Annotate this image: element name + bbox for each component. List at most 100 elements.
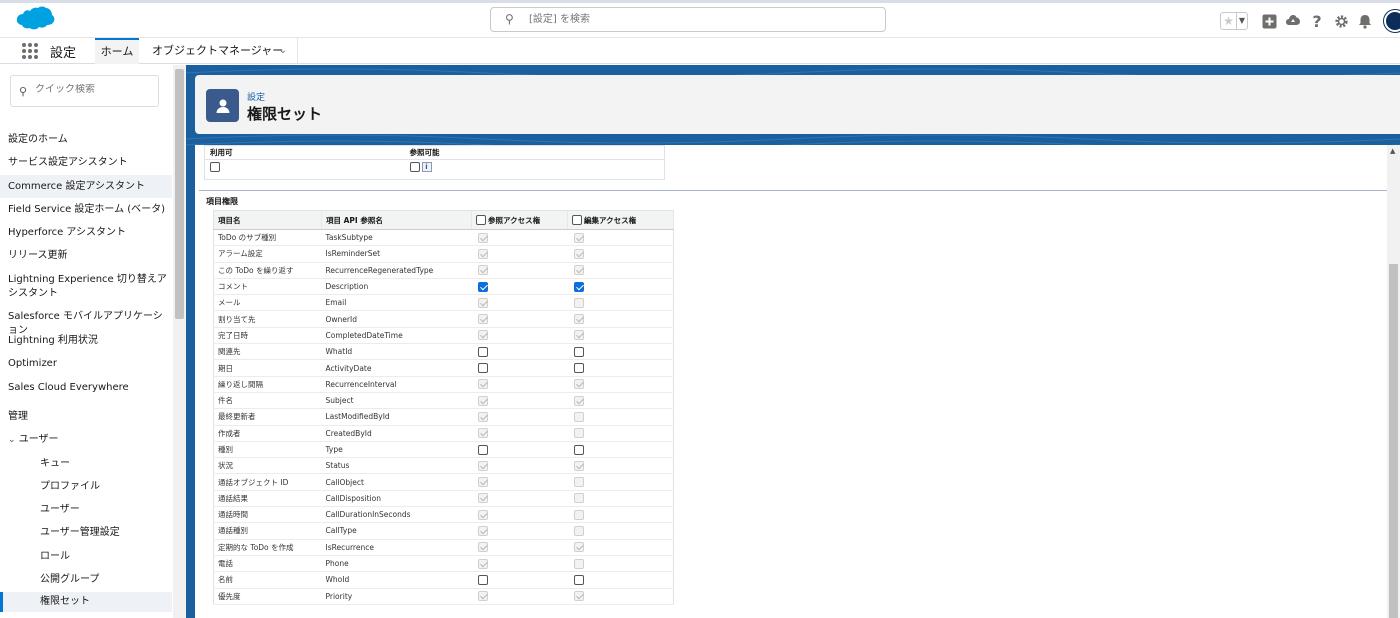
sidebar-item-commerce-setup[interactable]: Commerce 設定アシスタント: [0, 175, 172, 198]
sidebar-scrollbar-thumb[interactable]: [175, 69, 184, 319]
info-icon[interactable]: i: [421, 162, 432, 172]
field-api-name: ActivityDate: [321, 359, 472, 377]
selected-indicator: [0, 592, 3, 612]
quick-search[interactable]: ⚲: [10, 75, 159, 107]
sidebar-item-user-management-settings[interactable]: ユーザー管理設定: [0, 526, 172, 540]
read-access-checkbox: [477, 558, 488, 569]
quick-search-input[interactable]: [35, 84, 155, 95]
read-access-cell: [471, 588, 568, 605]
edit-access-checkbox: [573, 232, 584, 243]
edit-access-checkbox[interactable]: [573, 281, 584, 292]
edit-access-checkbox: [573, 428, 584, 439]
read-access-cell: [471, 310, 568, 328]
edit-access-checkbox[interactable]: [573, 346, 584, 357]
app-launcher-icon[interactable]: [22, 43, 38, 59]
read-access-checkbox[interactable]: [477, 574, 488, 585]
sidebar-item-permission-sets[interactable]: 権限セット: [0, 592, 172, 612]
header-actions: ★ ▼ ?: [1220, 7, 1400, 35]
search-icon: ⚲: [19, 85, 28, 98]
sidebar-group-users[interactable]: ⌄ ユーザー: [0, 433, 172, 447]
field-permissions-heading: 項目権限: [206, 197, 238, 206]
read-access-checkbox[interactable]: [477, 444, 488, 455]
sidebar-item-field-service[interactable]: Field Service 設定ホーム (ベータ): [0, 203, 172, 217]
edit-access-select-all-checkbox[interactable]: [572, 214, 582, 225]
chevron-down-icon[interactable]: ▼: [1235, 13, 1247, 29]
sidebar-item-lightning-transition[interactable]: Lightning Experience 切り替えアシスタント: [0, 273, 172, 301]
read-access-checkbox: [477, 428, 488, 439]
tab-home[interactable]: ホーム: [95, 38, 139, 64]
visible-checkbox[interactable]: [409, 162, 420, 172]
available-checkbox[interactable]: [210, 162, 220, 172]
edit-access-checkbox: [573, 477, 584, 488]
read-access-select-all-checkbox[interactable]: [476, 214, 486, 225]
scroll-up-arrow-icon[interactable]: ▲: [1390, 147, 1395, 155]
sidebar-scrollbar[interactable]: [173, 65, 186, 618]
bell-icon[interactable]: [1356, 12, 1374, 30]
field-name: 期日: [213, 359, 322, 377]
sidebar-item-public-groups[interactable]: 公開グループ: [0, 573, 172, 587]
field-name: 完了日時: [213, 327, 322, 345]
sidebar-item-queues[interactable]: キュー: [0, 457, 172, 471]
chevron-down-icon[interactable]: ⌄: [8, 435, 16, 445]
star-icon[interactable]: ★: [1221, 13, 1236, 29]
read-access-cell: [471, 473, 568, 491]
sidebar-item-setup-home[interactable]: 設定のホーム: [0, 133, 172, 147]
field-name: 通話結果: [213, 490, 322, 508]
edit-access-checkbox: [573, 265, 584, 276]
edit-access-checkbox[interactable]: [573, 574, 584, 585]
read-access-cell: [471, 571, 568, 589]
read-access-cell: [471, 457, 568, 475]
field-name: 繰り返し間隔: [213, 376, 322, 393]
read-access-checkbox: [477, 460, 488, 471]
read-access-checkbox[interactable]: [477, 363, 488, 374]
edit-access-checkbox[interactable]: [573, 444, 584, 455]
content-scrollbar-thumb[interactable]: [1389, 264, 1398, 618]
read-access-cell: [471, 262, 568, 279]
breadcrumb[interactable]: 設定: [247, 90, 265, 103]
edit-access-checkbox: [573, 460, 584, 471]
sidebar-item-release-updates[interactable]: リリース更新: [0, 249, 172, 263]
favorites-control[interactable]: ★ ▼: [1220, 12, 1248, 30]
sidebar-item-sales-cloud-everywhere[interactable]: Sales Cloud Everywhere: [0, 381, 172, 395]
chevron-down-icon[interactable]: ⌄: [279, 38, 287, 64]
field-name: 関連先: [213, 343, 322, 361]
help-icon[interactable]: ?: [1308, 12, 1326, 31]
add-icon[interactable]: [1260, 12, 1278, 30]
field-name: 通話オブジェクト ID: [213, 473, 322, 491]
edit-access-checkbox[interactable]: [573, 363, 584, 374]
sidebar-item-lightning-usage[interactable]: Lightning 利用状況: [0, 334, 172, 348]
read-access-checkbox: [477, 265, 488, 276]
read-access-cell: [471, 359, 568, 377]
global-search-input[interactable]: [529, 11, 869, 28]
col-edit-access: 編集アクセス権: [567, 210, 674, 230]
read-access-cell: [471, 408, 568, 426]
tab-object-manager[interactable]: オブジェクトマネージャー ⌄: [144, 38, 298, 64]
read-access-checkbox[interactable]: [477, 281, 488, 292]
sidebar-item-roles[interactable]: ロール: [0, 550, 172, 564]
sidebar-item-optimizer[interactable]: Optimizer: [0, 357, 172, 371]
edit-access-cell: [567, 522, 674, 540]
field-name: 通話種別: [213, 522, 322, 540]
trailhead-icon[interactable]: [1284, 12, 1302, 30]
global-search[interactable]: ⚲: [490, 7, 886, 32]
field-api-name: CreatedById: [321, 425, 472, 442]
gear-icon[interactable]: [1332, 12, 1350, 30]
user-avatar[interactable]: [1384, 10, 1400, 32]
sidebar-item-users[interactable]: ユーザー: [0, 503, 172, 517]
sidebar-item-service-setup[interactable]: サービス設定アシスタント: [0, 156, 172, 170]
col-visible: 参照可能: [404, 145, 665, 160]
edit-access-cell: [567, 229, 674, 247]
read-access-checkbox[interactable]: [477, 346, 488, 357]
sidebar-item-hyperforce[interactable]: Hyperforce アシスタント: [0, 226, 172, 240]
edit-access-cell: [567, 376, 674, 393]
edit-access-cell: [567, 457, 674, 475]
sidebar-item-profiles[interactable]: プロファイル: [0, 480, 172, 494]
edit-access-cell: [567, 408, 674, 426]
edit-access-cell: [567, 294, 674, 312]
content-scrollbar[interactable]: ▲: [1387, 145, 1400, 618]
table-row: 電話 Phone: [213, 555, 674, 573]
salesforce-logo[interactable]: [12, 5, 56, 35]
table-row: 最終更新者 LastModifiedById: [213, 408, 674, 426]
field-api-name: CompletedDateTime: [321, 327, 472, 345]
col-read-access: 参照アクセス権: [471, 210, 568, 230]
